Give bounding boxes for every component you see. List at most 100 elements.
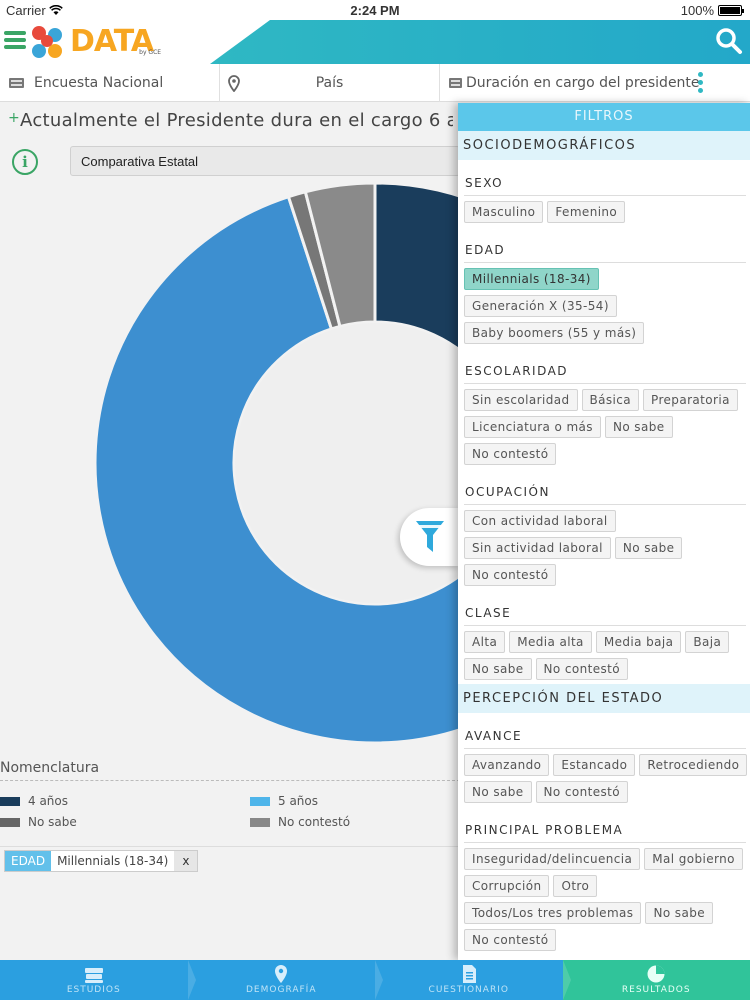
filter-option-button[interactable]: Todos/Los tres problemas xyxy=(464,902,642,924)
legend-item: No contestó xyxy=(250,815,350,829)
legend-item: No sabe xyxy=(0,815,77,829)
filter-group-title: CLASE xyxy=(464,590,746,626)
legend-swatch xyxy=(250,796,270,806)
filter-option-button[interactable]: No contestó xyxy=(464,443,557,465)
tab-estudio[interactable]: Encuesta Nacional xyxy=(0,64,220,102)
pie-chart-icon xyxy=(647,965,665,983)
filter-option-button[interactable]: Retrocediendo xyxy=(639,754,748,776)
info-icon[interactable]: i xyxy=(12,149,38,175)
active-filter-chip: EDAD Millennials (18-34) x xyxy=(4,850,199,872)
filter-option-button[interactable]: Generación X (35-54) xyxy=(464,295,617,317)
filter-option-button[interactable]: No sabe xyxy=(604,416,673,438)
filter-group-title: ESCOLARIDAD xyxy=(464,348,746,384)
filter-options: Inseguridad/delincuencia Mal gobierno Corr… xyxy=(464,843,750,955)
filters-panel-body: SOCIODEMOGRÁFICOS SEXO Masculino Femenino ED… xyxy=(458,131,750,955)
filter-option-button[interactable]: Alta xyxy=(464,631,506,653)
filter-option-button[interactable]: Media baja xyxy=(595,631,682,653)
filter-chip-key: EDAD xyxy=(5,851,52,871)
book-icon xyxy=(9,78,24,88)
status-bar: Carrier 2:24 PM 100% xyxy=(0,0,750,20)
filter-option-button[interactable]: No contestó xyxy=(535,781,629,803)
filter-group: SEXO Masculino Femenino xyxy=(458,160,750,227)
nav-demografia[interactable]: DEMOGRAFÍA xyxy=(188,960,383,1000)
filter-option-button[interactable]: Media alta xyxy=(509,631,592,653)
filter-option-button[interactable]: Masculino xyxy=(464,201,544,223)
legend-swatch xyxy=(0,796,20,806)
battery-indicator: 100% xyxy=(681,3,744,18)
filter-option-button[interactable]: No sabe xyxy=(614,537,683,559)
book-icon xyxy=(449,78,462,88)
filter-options: Masculino Femenino xyxy=(464,196,750,227)
context-tabs: Encuesta Nacional País Duración en cargo… xyxy=(0,64,750,102)
filter-option-button[interactable]: Sin actividad laboral xyxy=(464,537,611,559)
question-title: +Actualmente el Presidente dura en el ca… xyxy=(8,110,453,131)
filter-group: OCUPACIÓN Con actividad laboral Sin activi… xyxy=(458,469,750,590)
filter-option-button[interactable]: Con actividad laboral xyxy=(464,510,616,532)
filters-panel-title: FILTROS xyxy=(458,103,750,131)
filter-option-button[interactable]: No sabe xyxy=(464,781,532,803)
legend-item: 5 años xyxy=(250,794,318,808)
hamburger-menu-icon[interactable] xyxy=(4,31,26,49)
filter-option-button[interactable]: Corrupción xyxy=(464,875,550,897)
filter-group-title: AVANCE xyxy=(464,713,746,749)
filter-group: ESCOLARIDAD Sin escolaridad Básica Preparat… xyxy=(458,348,750,469)
remove-filter-button[interactable]: x xyxy=(174,851,198,871)
filter-option-button[interactable]: Avanzando xyxy=(464,754,550,776)
expand-plus-icon[interactable]: + xyxy=(8,110,20,126)
tab-pregunta[interactable]: Duración en cargo del presidente xyxy=(440,64,720,102)
filter-option-button[interactable]: Estancado xyxy=(553,754,636,776)
filter-group-title: PRINCIPAL PROBLEMA xyxy=(464,807,746,843)
filter-group: PRINCIPAL PROBLEMA Inseguridad/delincuenc… xyxy=(458,807,750,955)
location-pin-icon xyxy=(275,965,288,983)
filter-option-button[interactable]: Mal gobierno xyxy=(644,848,743,870)
legend-swatch xyxy=(0,817,20,827)
filter-option-button[interactable]: Licenciatura o más xyxy=(464,416,601,438)
comparison-select[interactable]: Comparativa Estatal xyxy=(70,146,460,176)
nav-resultados[interactable]: RESULTADOS xyxy=(562,960,750,1000)
filter-option-button[interactable]: No sabe xyxy=(464,658,532,680)
search-icon[interactable] xyxy=(714,26,744,56)
filter-group: AVANCE Avanzando Estancado Retrocediendo No … xyxy=(458,713,750,807)
filter-options: Alta Media alta Media baja Baja No sabe No co… xyxy=(464,626,750,684)
filter-options: Millennials (18-34) Generación X (35-54) B… xyxy=(464,263,750,348)
filter-group-title: OCUPACIÓN xyxy=(464,469,746,505)
filter-option-button[interactable]: Preparatoria xyxy=(643,389,738,411)
filter-section-title: PERCEPCIÓN DEL ESTADO xyxy=(458,684,750,713)
filters-panel: FILTROS SOCIODEMOGRÁFICOS SEXO Masculino Fe… xyxy=(458,103,750,960)
app-logo: DATA by GCE xyxy=(30,22,161,62)
filter-option-button[interactable]: Sin escolaridad xyxy=(464,389,578,411)
filter-option-button[interactable]: Baja xyxy=(685,631,730,653)
nav-estudios[interactable]: ESTUDIOS xyxy=(0,960,195,1000)
more-options-icon[interactable] xyxy=(698,72,704,96)
filter-option-button[interactable]: Inseguridad/delincuencia xyxy=(464,848,641,870)
filter-options: Sin escolaridad Básica Preparatoria Licenci… xyxy=(464,384,750,469)
tab-demografia[interactable]: País xyxy=(220,64,440,102)
filter-option-button[interactable]: No contestó xyxy=(464,564,557,586)
filter-options: Avanzando Estancado Retrocediendo No sabe No… xyxy=(464,749,750,807)
legend-title: Nomenclatura xyxy=(0,760,460,781)
filter-option-button[interactable]: No contestó xyxy=(535,658,629,680)
logo-mark-icon xyxy=(30,24,68,60)
filter-options: Con actividad laboral Sin actividad labor… xyxy=(464,505,750,590)
funnel-icon xyxy=(416,521,444,552)
app-header: DATA by GCE xyxy=(0,20,750,64)
location-pin-icon xyxy=(228,75,240,92)
filter-section-title: SOCIODEMOGRÁFICOS xyxy=(458,131,750,160)
bottom-navigation: ESTUDIOS DEMOGRAFÍA CUESTIONARIO RESULTA… xyxy=(0,960,750,1000)
filter-option-button[interactable]: No sabe xyxy=(645,902,713,924)
document-icon xyxy=(462,965,476,983)
filter-option-button[interactable]: Baby boomers (55 y más) xyxy=(464,322,645,344)
filter-option-button[interactable]: No contestó xyxy=(464,929,557,951)
filter-toggle-button[interactable] xyxy=(400,508,460,566)
clock: 2:24 PM xyxy=(350,3,400,18)
filter-option-button[interactable]: Femenino xyxy=(547,201,626,223)
filter-option-button[interactable]: Millennials (18-34) xyxy=(464,268,599,290)
filter-option-button[interactable]: Básica xyxy=(581,389,640,411)
nav-cuestionario[interactable]: CUESTIONARIO xyxy=(375,960,570,1000)
filter-option-button[interactable]: Otro xyxy=(553,875,598,897)
battery-icon xyxy=(718,5,744,16)
filter-group: EDAD Millennials (18-34) Generación X (35-… xyxy=(458,227,750,348)
books-icon xyxy=(84,968,103,983)
logo-sub: by GCE xyxy=(139,48,162,56)
filter-group: CLASE Alta Media alta Media baja Baja No sabe… xyxy=(458,590,750,684)
